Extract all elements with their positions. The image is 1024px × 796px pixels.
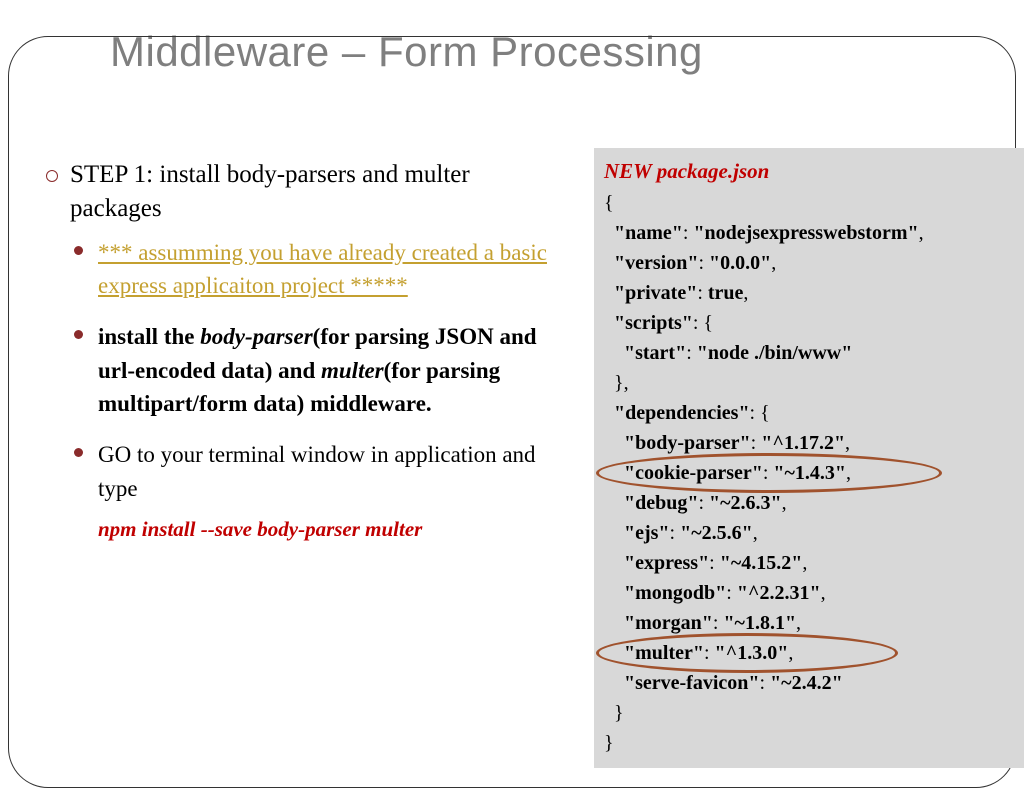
code-line: "private": true,	[604, 278, 1014, 308]
code-line: },	[604, 368, 1014, 398]
code-line: "cookie-parser": "~1.4.3",	[604, 458, 1014, 488]
content-left: STEP 1: install body-parsers and multer …	[40, 158, 560, 551]
install-item: install the body-parser(for parsing JSON…	[70, 320, 560, 420]
code-line: "scripts": {	[604, 308, 1014, 338]
slide: Middleware – Form Processing STEP 1: ins…	[0, 28, 1024, 796]
step1-item: STEP 1: install body-parsers and multer …	[40, 158, 560, 543]
code-panel: NEW package.json { "name": "nodejsexpres…	[594, 148, 1024, 768]
code-line: "body-parser": "^1.17.2",	[604, 428, 1014, 458]
assume-item: *** assumming you have already created a…	[70, 236, 560, 303]
code-line: "version": "0.0.0",	[604, 248, 1014, 278]
code-line: "morgan": "~1.8.1",	[604, 608, 1014, 638]
goto-item: GO to your terminal window in applicatio…	[70, 438, 560, 505]
code-line: }	[604, 728, 1014, 758]
code-line: }	[604, 698, 1014, 728]
code-line: {	[604, 188, 1014, 218]
code-line: "multer": "^1.3.0",	[604, 638, 1014, 668]
code-line: "name": "nodejsexpresswebstorm",	[604, 218, 1014, 248]
code-header: NEW package.json	[604, 156, 1014, 188]
assume-link[interactable]: *** assumming you have already created a…	[98, 240, 547, 298]
code-line: "dependencies": {	[604, 398, 1014, 428]
npm-command: npm install --save body-parser multer	[98, 515, 560, 543]
code-line: "start": "node ./bin/www"	[604, 338, 1014, 368]
code-line: "express": "~4.15.2",	[604, 548, 1014, 578]
code-line: "mongodb": "^2.2.31",	[604, 578, 1014, 608]
code-line: "debug": "~2.6.3",	[604, 488, 1014, 518]
step1-text: STEP 1: install body-parsers and multer …	[70, 161, 470, 222]
code-line: "serve-favicon": "~2.4.2"	[604, 668, 1014, 698]
code-line: "ejs": "~2.5.6",	[604, 518, 1014, 548]
